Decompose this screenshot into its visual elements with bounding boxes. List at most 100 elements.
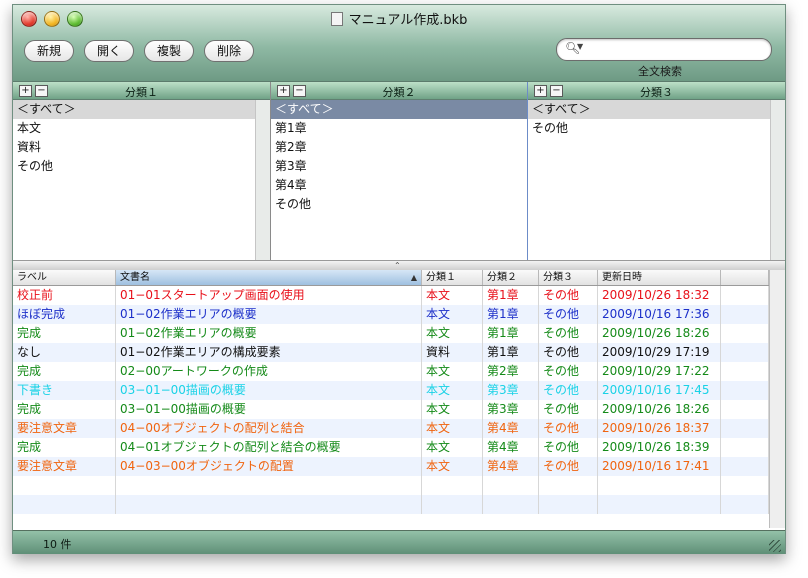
cell-category-3: その他 xyxy=(539,438,598,457)
cell-category-2: 第4章 xyxy=(483,438,539,457)
list-item[interactable]: 第4章 xyxy=(271,176,527,195)
table-row[interactable] xyxy=(13,476,769,495)
table-row[interactable]: 完成 01−02作業エリアの概要 本文 第1章 その他 2009/10/26 18:26 xyxy=(13,324,769,343)
cell-category-1: 本文 xyxy=(422,400,483,419)
column-header-date[interactable]: 更新日時 xyxy=(598,270,721,285)
cell-updated xyxy=(598,495,721,514)
list-item[interactable]: 本文 xyxy=(13,119,256,138)
cell-category-1: 本文 xyxy=(422,457,483,476)
pane-scrollbar[interactable] xyxy=(255,100,270,260)
pane-title: 分類２ xyxy=(382,86,416,99)
list-item[interactable]: ＜すべて＞ xyxy=(271,100,527,119)
sort-ascending-icon: ▲ xyxy=(410,273,417,282)
table-row[interactable]: ほぼ完成 01−02作業エリアの概要 本文 第1章 その他 2009/10/16 17:3… xyxy=(13,305,769,324)
cell-category-2 xyxy=(483,476,539,495)
list-item[interactable]: ＜すべて＞ xyxy=(13,100,256,119)
cell-label: ほぼ完成 xyxy=(13,305,116,324)
category-pane-1: + − 分類１ ＜すべて＞ 本文 資料 その他 xyxy=(13,82,271,260)
list-item[interactable]: その他 xyxy=(528,119,771,138)
list-item[interactable]: 第3章 xyxy=(271,157,527,176)
new-button[interactable]: 新規 xyxy=(24,40,75,62)
cell-document-name: 04−03−00オブジェクトの配置 xyxy=(116,457,422,476)
list-item[interactable]: 資料 xyxy=(13,138,256,157)
cell-updated: 2009/10/16 17:41 xyxy=(598,457,721,476)
cell-document-name: 03−01−00描画の概要 xyxy=(116,400,422,419)
cell-category-3: その他 xyxy=(539,324,598,343)
cell-category-1: 本文 xyxy=(422,324,483,343)
cell-category-1: 本文 xyxy=(422,419,483,438)
splitter-grip-icon[interactable]: ⌃ xyxy=(394,261,401,270)
app-window: マニュアル作成.bkb 新規 開く 複製 削除 🔍︎ ▼ 全文検索 + − 分類… xyxy=(12,4,786,554)
cell-label xyxy=(13,495,116,514)
table-row[interactable]: 完成 03−01−00描画の概要 本文 第3章 その他 2009/10/26 18:26 xyxy=(13,400,769,419)
cell-category-2: 第3章 xyxy=(483,400,539,419)
table-row[interactable]: 完成 02−00アートワークの作成 本文 第2章 その他 2009/10/29 17:22 xyxy=(13,362,769,381)
pane-header: + − 分類２ xyxy=(271,82,527,100)
cell-category-2: 第4章 xyxy=(483,457,539,476)
cell-category-3: その他 xyxy=(539,343,598,362)
cell-category-3: その他 xyxy=(539,286,598,305)
category-pane-2: + − 分類２ ＜すべて＞ 第1章 第2章 第3章 第4章 その他 xyxy=(271,82,528,260)
cell-updated: 2009/10/29 17:22 xyxy=(598,362,721,381)
resize-grip-icon[interactable] xyxy=(769,540,781,552)
table-row[interactable] xyxy=(13,495,769,514)
status-bar: 10 件 xyxy=(13,530,785,554)
delete-button[interactable]: 削除 xyxy=(204,40,255,62)
cell-category-2: 第1章 xyxy=(483,286,539,305)
cell-category-3: その他 xyxy=(539,457,598,476)
cell-document-name xyxy=(116,476,422,495)
column-header-cat3[interactable]: 分類３ xyxy=(539,270,598,285)
list-item[interactable]: その他 xyxy=(13,157,256,176)
cell-label xyxy=(13,476,116,495)
table-row[interactable]: なし 01−02作業エリアの構成要素 資料 第1章 その他 2009/10/29 17:1… xyxy=(13,343,769,362)
duplicate-button[interactable]: 複製 xyxy=(144,40,195,62)
search-options-icon[interactable]: ▼ xyxy=(577,42,583,51)
table-scrollbar[interactable] xyxy=(769,270,785,528)
cell-category-2: 第1章 xyxy=(483,324,539,343)
pane-title: 分類３ xyxy=(640,86,673,99)
table-row[interactable]: 要注意文章 04−03−00オブジェクトの配置 本文 第4章 その他 2009/10/16… xyxy=(13,457,769,476)
cell-category-3: その他 xyxy=(539,419,598,438)
cell-updated: 2009/10/29 17:19 xyxy=(598,343,721,362)
table-row[interactable]: 完成 04−01オブジェクトの配列と結合の概要 本文 第4章 その他 2009/10/26… xyxy=(13,438,769,457)
category-list: ＜すべて＞ その他 xyxy=(528,100,771,138)
list-item[interactable]: その他 xyxy=(271,195,527,214)
cell-document-name xyxy=(116,495,422,514)
table-header: ラベル 文書名 ▲ 分類１ 分類２ 分類３ 更新日時 xyxy=(13,270,769,286)
cell-category-2 xyxy=(483,495,539,514)
cell-category-1: 本文 xyxy=(422,438,483,457)
table-row[interactable]: 下書き 03−01−00描画の概要 本文 第3章 その他 2009/10/16 17:45 xyxy=(13,381,769,400)
table-body: 校正前 01−01スタートアップ画面の使用 本文 第1章 その他 2009/10/26 1… xyxy=(13,286,769,514)
cell-label: 完成 xyxy=(13,362,116,381)
cell-spare xyxy=(721,495,769,514)
cell-label: なし xyxy=(13,343,116,362)
cell-category-2: 第2章 xyxy=(483,362,539,381)
column-header-label[interactable]: ラベル xyxy=(13,270,116,285)
list-item[interactable]: ＜すべて＞ xyxy=(528,100,771,119)
table-row[interactable]: 要注意文章 04−00オブジェクトの配列と結合 本文 第4章 その他 2009/10/26… xyxy=(13,419,769,438)
cell-document-name: 03−01−00描画の概要 xyxy=(116,381,422,400)
cell-updated xyxy=(598,476,721,495)
column-header-name[interactable]: 文書名 ▲ xyxy=(116,270,422,285)
pane-scrollbar[interactable] xyxy=(770,100,785,260)
column-header-cat2[interactable]: 分類２ xyxy=(483,270,539,285)
cell-spare xyxy=(721,457,769,476)
cell-category-3 xyxy=(539,495,598,514)
cell-spare xyxy=(721,324,769,343)
cell-updated: 2009/10/16 17:36 xyxy=(598,305,721,324)
cell-document-name: 01−02作業エリアの構成要素 xyxy=(116,343,422,362)
cell-category-3: その他 xyxy=(539,362,598,381)
list-item[interactable]: 第2章 xyxy=(271,138,527,157)
document-icon xyxy=(330,12,343,26)
cell-spare xyxy=(721,343,769,362)
cell-document-name: 01−01スタートアップ画面の使用 xyxy=(116,286,422,305)
column-header-cat1[interactable]: 分類１ xyxy=(422,270,483,285)
cell-document-name: 02−00アートワークの作成 xyxy=(116,362,422,381)
cell-spare xyxy=(721,305,769,324)
table-row[interactable]: 校正前 01−01スタートアップ画面の使用 本文 第1章 その他 2009/10/26 1… xyxy=(13,286,769,305)
search-field[interactable]: 🔍︎ ▼ xyxy=(556,38,772,61)
list-item[interactable]: 第1章 xyxy=(271,119,527,138)
cell-category-1 xyxy=(422,476,483,495)
category-panes: + − 分類１ ＜すべて＞ 本文 資料 その他 + − 分類２ ＜すべて＞ 第1… xyxy=(13,82,785,260)
open-button[interactable]: 開く xyxy=(84,40,135,62)
